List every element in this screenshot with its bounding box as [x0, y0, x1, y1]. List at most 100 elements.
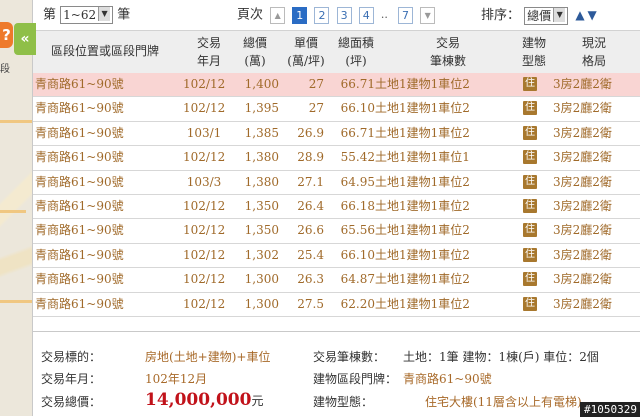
row-total-price: 1,350 — [244, 198, 279, 213]
record-range-select[interactable]: 1~62 ▼ — [60, 6, 114, 24]
row-area: 66.18 — [340, 198, 375, 213]
col-unit-price[interactable]: 單價 (萬/坪) — [283, 34, 329, 70]
page-link-4[interactable]: 4 — [358, 6, 374, 24]
table-row[interactable]: 青商路61~90號 102/12 1,350 26.4 66.18 土地1建物1車位2 住 3… — [33, 195, 640, 220]
col-transaction[interactable]: 交易 筆棟數 — [418, 34, 478, 70]
residential-icon: 住 — [523, 101, 537, 116]
row-layout: 3房2廳2衛 — [553, 296, 612, 311]
row-total-price: 1,380 — [244, 150, 279, 165]
row-unit-price: 27 — [308, 77, 324, 91]
row-area: 66.10 — [340, 101, 375, 116]
row-layout: 3房2廳2衛 — [553, 174, 612, 189]
page-ellipsis: .. — [380, 8, 388, 21]
row-area: 66.71 — [340, 125, 375, 140]
dropdown-arrow-icon: ▼ — [553, 7, 566, 22]
building-address-label: 建物區段門牌： — [313, 372, 398, 386]
row-transaction: 土地1建物1車位2 — [375, 174, 470, 189]
row-date: 103/1 — [186, 125, 222, 140]
row-area: 66.71 — [340, 77, 375, 91]
row-address: 青商路61~90號 — [35, 223, 124, 238]
results-table: 青商路61~90號 102/12 1,400 27 66.71 土地1建物1車位2 住 3房2… — [33, 73, 640, 317]
next-page-icon[interactable]: ▼ — [420, 6, 436, 24]
row-date: 102/12 — [183, 247, 226, 262]
row-transaction: 土地1建物1車位2 — [375, 77, 470, 91]
row-transaction: 土地1建物1車位2 — [375, 223, 470, 238]
sort-ascending-icon[interactable]: ▲ — [575, 8, 584, 22]
row-address: 青商路61~90號 — [35, 101, 124, 116]
sort-label: 排序： — [481, 8, 521, 23]
residential-icon: 住 — [523, 77, 537, 91]
row-unit-price: 27.1 — [297, 174, 324, 189]
col-addr[interactable]: 區段位置或區段門牌 — [51, 42, 159, 60]
map-marker-icon[interactable]: ? — [0, 22, 13, 48]
row-address: 青商路61~90號 — [35, 174, 124, 189]
table-row[interactable]: 青商路61~90號 102/12 1,302 25.4 66.10 土地1建物1車位2 住 3… — [33, 244, 640, 269]
record-range: 第 1~62 ▼ 筆 — [43, 6, 131, 24]
detail-pane: 交易標的： 房地(土地+建物)+車位 交易年月： 102年12月 交易總價： 1… — [33, 331, 640, 417]
row-unit-price: 25.4 — [297, 247, 324, 262]
row-date: 102/12 — [183, 272, 226, 287]
row-date: 102/12 — [183, 77, 226, 91]
row-layout: 3房2廳2衛 — [553, 125, 612, 140]
row-transaction: 土地1建物1車位2 — [375, 296, 470, 311]
count-value: 土地：1筆 建物：1棟(戶) 車位：2個 — [403, 350, 599, 364]
col-layout[interactable]: 現況 格局 — [574, 34, 614, 70]
row-area: 62.20 — [340, 296, 375, 311]
row-layout: 3房2廳2衛 — [553, 223, 612, 238]
count-label: 交易筆棟數： — [313, 350, 386, 364]
page-link-1[interactable]: 1 — [292, 6, 308, 24]
map-area[interactable]: ? 段 — [0, 0, 32, 416]
row-unit-price: 27.5 — [297, 296, 324, 311]
table-row[interactable]: 青商路61~90號 102/12 1,380 28.9 55.42 土地1建物1車位1 住 3… — [33, 146, 640, 171]
row-unit-price: 26.3 — [297, 272, 324, 287]
row-address: 青商路61~90號 — [35, 247, 124, 262]
row-area: 55.42 — [340, 150, 375, 165]
date-value: 102年12月 — [145, 372, 208, 386]
map-label: 段 — [0, 64, 10, 75]
residential-icon: 住 — [523, 247, 537, 262]
sort-select[interactable]: 總價 ▼ — [524, 6, 569, 25]
row-unit-price: 26.6 — [297, 223, 324, 238]
residential-icon: 住 — [523, 174, 537, 189]
sort-descending-icon[interactable]: ▼ — [588, 8, 597, 22]
table-row[interactable]: 青商路61~90號 102/12 1,350 26.6 65.56 土地1建物1車位2 住 3… — [33, 219, 640, 244]
table-row[interactable]: 青商路61~90號 103/3 1,380 27.1 64.95 土地1建物1車位2 住 3房… — [33, 171, 640, 195]
row-date: 102/12 — [183, 296, 226, 311]
col-building-type[interactable]: 建物 型態 — [519, 34, 549, 70]
table-row[interactable]: 青商路61~90號 102/12 1,300 27.5 62.20 土地1建物1車位2 住 3… — [33, 293, 640, 317]
page-link-2[interactable]: 2 — [314, 6, 330, 24]
col-area[interactable]: 總面積 (坪) — [335, 34, 377, 70]
table-row[interactable]: 青商路61~90號 103/1 1,385 26.9 66.71 土地1建物1車位2 住 3房… — [33, 122, 640, 147]
row-unit-price: 28.9 — [297, 150, 324, 165]
col-date[interactable]: 交易 年月 — [188, 34, 230, 70]
page-link-3[interactable]: 3 — [336, 6, 352, 24]
collapse-panel-button[interactable]: « — [14, 23, 36, 55]
total-label: 交易總價： — [41, 395, 102, 409]
row-date: 102/12 — [183, 198, 226, 213]
row-layout: 3房2廳2衛 — [553, 101, 612, 116]
table-row[interactable]: 青商路61~90號 102/12 1,400 27 66.71 土地1建物1車位2 住 3房2… — [33, 73, 640, 98]
row-address: 青商路61~90號 — [35, 272, 124, 287]
col-price[interactable]: 總價 (萬) — [233, 34, 277, 70]
watermark-badge: #1050329 — [580, 402, 640, 417]
table-row[interactable]: 青商路61~90號 102/12 1,395 27 66.10 土地1建物1車位2 住 3房2… — [33, 97, 640, 122]
pagination-bar: 第 1~62 ▼ 筆 頁次 ▲ 1 2 3 4 .. 7 ▼ 排序： 總價 ▼ ▲ ▼ — [33, 0, 640, 30]
row-unit-price: 26.9 — [297, 125, 324, 140]
date-label: 交易年月： — [41, 372, 102, 386]
row-layout: 3房2廳2衛 — [553, 150, 612, 165]
row-layout: 3房2廳2衛 — [553, 198, 612, 213]
row-date: 102/12 — [183, 101, 226, 116]
target-value: 房地(土地+建物)+車位 — [145, 350, 271, 364]
prev-page-icon[interactable]: ▲ — [270, 6, 286, 24]
table-row[interactable]: 青商路61~90號 102/12 1,300 26.3 64.87 土地1建物1車位2 住 3… — [33, 268, 640, 293]
results-panel: 第 1~62 ▼ 筆 頁次 ▲ 1 2 3 4 .. 7 ▼ 排序： 總價 ▼ ▲ ▼… — [32, 0, 640, 417]
page-link-last[interactable]: 7 — [398, 6, 413, 24]
residential-icon: 住 — [523, 150, 537, 165]
row-area: 65.56 — [340, 223, 375, 238]
row-transaction: 土地1建物1車位2 — [375, 198, 470, 213]
row-total-price: 1,395 — [244, 101, 279, 116]
row-area: 66.10 — [340, 247, 375, 262]
residential-icon: 住 — [523, 198, 537, 213]
row-layout: 3房2廳2衛 — [553, 77, 612, 91]
row-transaction: 土地1建物1車位2 — [375, 125, 470, 140]
